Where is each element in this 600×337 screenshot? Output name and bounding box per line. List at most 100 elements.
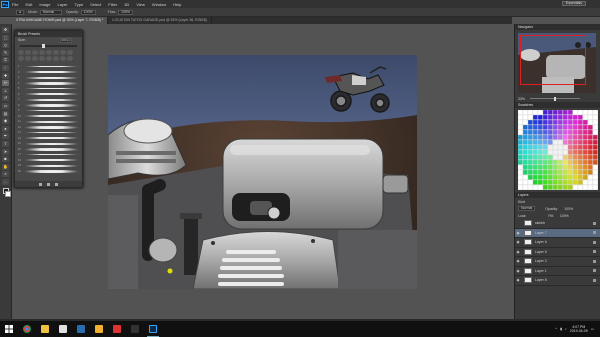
color-swatch[interactable] — [518, 149, 523, 155]
color-swatch[interactable] — [518, 164, 523, 170]
color-swatch[interactable] — [542, 154, 548, 160]
color-swatch[interactable] — [552, 119, 558, 125]
color-swatch[interactable] — [547, 114, 553, 120]
color-swatch[interactable] — [577, 174, 583, 180]
color-swatch[interactable] — [532, 169, 538, 175]
toggle-brush-panel-icon[interactable] — [39, 182, 42, 186]
color-swatch[interactable] — [552, 114, 558, 120]
color-swatch[interactable] — [542, 169, 548, 175]
document-canvas[interactable] — [108, 55, 417, 289]
color-swatch[interactable] — [547, 124, 553, 130]
color-swatch[interactable] — [552, 164, 558, 170]
color-swatch[interactable] — [562, 124, 568, 130]
color-swatch[interactable] — [562, 154, 568, 160]
color-swatch[interactable] — [567, 134, 573, 140]
brush-tip[interactable] — [32, 56, 38, 61]
color-swatch[interactable] — [572, 144, 578, 150]
color-swatch[interactable] — [577, 164, 583, 170]
color-swatch[interactable] — [527, 174, 533, 180]
menu-filter[interactable]: Filter — [108, 2, 117, 7]
color-swatch[interactable] — [587, 149, 593, 155]
color-swatch[interactable] — [582, 174, 588, 180]
color-swatch[interactable] — [567, 144, 573, 150]
brush-tip[interactable] — [53, 50, 59, 55]
color-swatch[interactable] — [532, 129, 538, 135]
navigator-thumbnail[interactable] — [518, 33, 596, 93]
color-swatch[interactable] — [592, 110, 598, 115]
menu-3d[interactable]: 3D — [124, 2, 129, 7]
color-swatch[interactable] — [522, 124, 528, 130]
color-swatch[interactable] — [537, 169, 543, 175]
color-swatch[interactable] — [572, 129, 578, 135]
color-swatch[interactable] — [567, 124, 573, 130]
color-swatch[interactable] — [567, 164, 573, 170]
tab-document-2[interactable]: LOCATION TATOO GARAGE.psd @ 33% (Layer 3… — [108, 17, 212, 24]
gradient-icon[interactable]: ▤ — [2, 110, 9, 117]
color-swatch[interactable] — [537, 159, 543, 165]
more-icon[interactable]: … — [2, 178, 9, 185]
color-swatch[interactable] — [527, 124, 533, 130]
color-swatch[interactable] — [562, 114, 568, 120]
color-swatch[interactable] — [562, 134, 568, 140]
color-swatch[interactable] — [587, 164, 593, 170]
layer-blend-mode[interactable]: Normal — [518, 206, 536, 211]
color-swatch[interactable] — [557, 159, 563, 165]
brush-tip[interactable] — [46, 56, 52, 61]
dodge-icon[interactable]: ● — [2, 125, 9, 132]
color-swatch[interactable] — [577, 110, 583, 115]
color-swatch[interactable] — [567, 110, 573, 115]
color-swatch[interactable] — [522, 184, 528, 190]
crop-icon[interactable]: ⌗ — [2, 57, 9, 64]
color-swatch[interactable] — [532, 134, 538, 140]
color-swatch[interactable] — [557, 164, 563, 170]
brush-size-field[interactable]: 400 px — [60, 38, 72, 43]
color-swatch[interactable] — [577, 139, 583, 145]
color-swatch[interactable] — [572, 154, 578, 160]
color-swatch[interactable] — [572, 174, 578, 180]
brush-tip[interactable] — [60, 50, 66, 55]
color-swatch[interactable] — [587, 124, 593, 130]
color-swatch[interactable] — [518, 124, 523, 130]
color-swatch[interactable] — [582, 119, 588, 125]
color-swatch[interactable] — [522, 159, 528, 165]
color-swatch[interactable] — [567, 159, 573, 165]
color-swatch[interactable] — [532, 110, 538, 115]
color-swatch[interactable] — [572, 114, 578, 120]
color-swatch[interactable] — [582, 144, 588, 150]
color-swatch[interactable] — [527, 149, 533, 155]
menu-image[interactable]: Image — [39, 2, 50, 7]
color-swatch[interactable] — [537, 134, 543, 140]
photoshop-icon[interactable] — [144, 321, 162, 337]
color-swatch[interactable] — [567, 149, 573, 155]
color-swatch[interactable] — [527, 159, 533, 165]
color-swatch[interactable] — [532, 159, 538, 165]
eraser-icon[interactable]: ▭ — [2, 102, 9, 109]
color-swatch[interactable] — [547, 129, 553, 135]
color-swatch[interactable] — [542, 184, 548, 190]
eyedropper-icon[interactable]: ⁄ — [2, 64, 9, 71]
color-swatch[interactable] — [577, 179, 583, 185]
color-swatch[interactable] — [557, 110, 563, 115]
color-swatch[interactable] — [572, 119, 578, 125]
color-swatch[interactable] — [542, 174, 548, 180]
windows-start-icon[interactable] — [0, 321, 18, 337]
menu-window[interactable]: Window — [152, 2, 166, 7]
color-swatch[interactable] — [532, 154, 538, 160]
brush-tip[interactable] — [67, 56, 73, 61]
color-swatch[interactable] — [577, 124, 583, 130]
mode-select[interactable]: Normal — [39, 9, 62, 15]
menu-select[interactable]: Select — [90, 2, 101, 7]
color-swatch[interactable] — [552, 124, 558, 130]
color-swatch[interactable] — [527, 139, 533, 145]
navigator-zoom-slider[interactable] — [530, 96, 581, 101]
color-swatch[interactable] — [582, 159, 588, 165]
color-swatch[interactable] — [547, 149, 553, 155]
color-swatch[interactable] — [587, 114, 593, 120]
layer-visibility-eye-icon[interactable]: ◉ — [515, 269, 521, 273]
file-explorer-icon[interactable] — [36, 321, 54, 337]
color-swatch[interactable] — [547, 119, 553, 125]
color-swatch[interactable] — [518, 119, 523, 125]
color-swatch[interactable] — [572, 149, 578, 155]
color-swatch[interactable] — [592, 159, 598, 165]
color-swatch[interactable] — [552, 139, 558, 145]
